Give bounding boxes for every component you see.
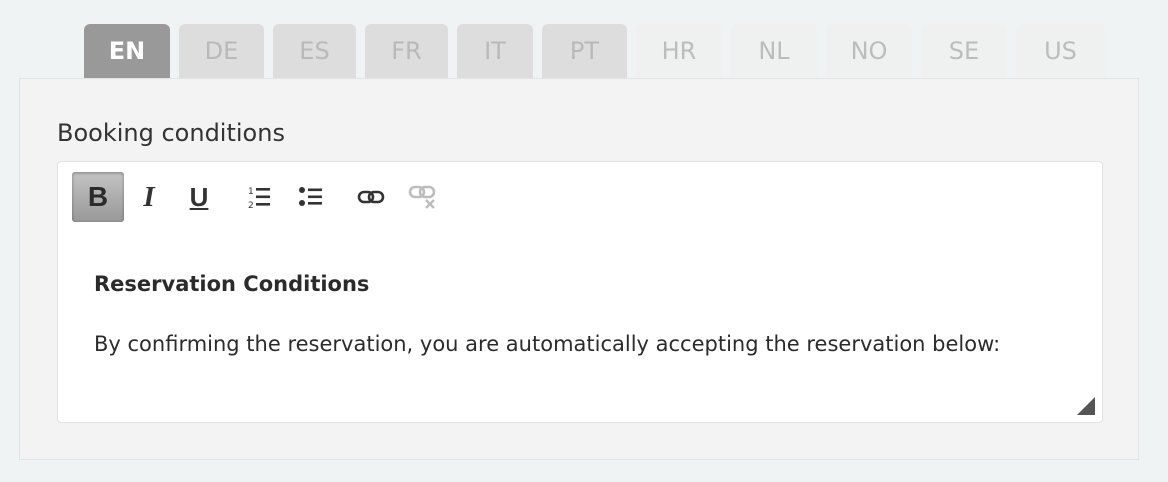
unlink-icon [408,185,436,209]
svg-text:1: 1 [248,187,254,197]
content-paragraph: By confirming the reservation, you are a… [94,332,1001,356]
tab-it[interactable]: IT [457,24,533,78]
tab-en[interactable]: EN [84,24,170,78]
rich-text-editor[interactable]: B I U 1 2 Reservation Conditions By conf… [57,161,1103,423]
ordered-list-button[interactable]: 1 2 [244,172,274,222]
tab-de[interactable]: DE [179,24,264,78]
tab-pt[interactable]: PT [542,24,627,78]
italic-button[interactable]: I [134,172,164,222]
ordered-list-icon: 1 2 [248,187,270,210]
tab-nl[interactable]: NL [731,24,817,78]
bold-button[interactable]: B [72,172,124,222]
tab-se[interactable]: SE [921,24,1007,78]
tab-no[interactable]: NO [826,24,912,78]
tab-es[interactable]: ES [273,24,356,78]
tab-us[interactable]: US [1016,24,1105,78]
booking-conditions-panel: Booking conditions B I U 1 2 Reservation… [19,78,1139,460]
editor-content[interactable]: Reservation Conditions By confirming the… [94,272,1066,356]
resize-handle[interactable] [1077,397,1095,415]
language-tabs: EN DE ES FR IT PT HR NL NO SE US [84,24,1105,78]
tab-hr[interactable]: HR [636,24,722,78]
content-heading: Reservation Conditions [94,272,370,296]
svg-text:2: 2 [248,201,254,210]
underline-button[interactable]: U [184,172,214,222]
tab-fr[interactable]: FR [365,24,448,78]
field-label: Booking conditions [57,119,285,147]
link-icon [357,190,385,204]
unordered-list-icon [299,187,322,206]
link-button[interactable] [356,172,386,222]
unordered-list-button[interactable] [296,172,326,222]
unlink-button [408,172,438,222]
